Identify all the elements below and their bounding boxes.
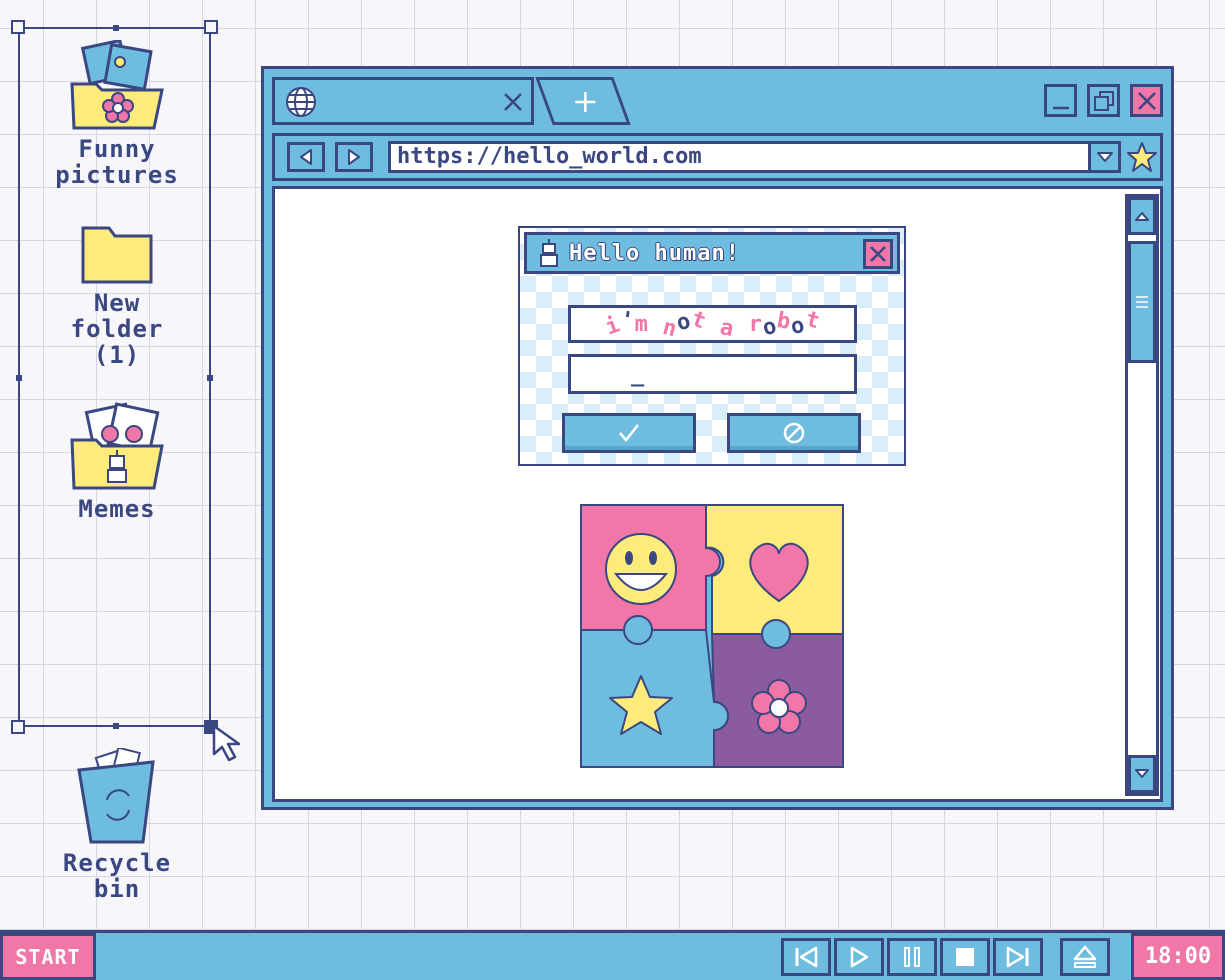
prohibited-icon (783, 422, 805, 444)
forward-button[interactable] (335, 142, 373, 172)
minimize-icon (1052, 106, 1069, 109)
captcha-letter (732, 309, 749, 336)
checkmark-icon (619, 424, 639, 442)
stop-icon (956, 948, 974, 966)
minimize-button[interactable] (1044, 84, 1077, 117)
scroll-up-button[interactable] (1128, 197, 1156, 235)
skip-back-button[interactable] (781, 938, 831, 976)
captcha-dialog: Hello human! i ' m not a robot (518, 226, 906, 466)
photo-folder-icon (70, 38, 164, 130)
url-dropdown-button[interactable] (1088, 144, 1118, 170)
vertical-scrollbar[interactable] (1125, 194, 1159, 796)
close-tab-icon[interactable] (503, 92, 523, 112)
recycle-bin-icon (77, 746, 155, 844)
desktop-icon-memes[interactable]: Memes (17, 400, 217, 522)
play-button[interactable] (834, 938, 884, 976)
taskbar: START 18:00 (0, 930, 1225, 980)
close-icon (870, 246, 886, 262)
url-text: https://hello_world.com (397, 144, 702, 169)
selection-handle-top-left[interactable] (11, 20, 25, 34)
new-tab-button[interactable] (535, 77, 631, 125)
selection-handle-left[interactable] (16, 375, 22, 381)
robot-icon (540, 239, 558, 267)
skip-forward-icon (1006, 946, 1029, 968)
restore-button[interactable] (1087, 84, 1120, 117)
globe-icon (286, 87, 316, 117)
selection-handle-bottom-left[interactable] (11, 720, 25, 734)
captcha-letter: r (748, 311, 762, 337)
play-icon (850, 946, 869, 968)
forward-icon (348, 149, 360, 165)
desktop-icon-new-folder[interactable]: New folder (1) (17, 222, 217, 368)
stop-button[interactable] (940, 938, 990, 976)
grip-icon (1136, 296, 1148, 308)
scroll-down-button[interactable] (1128, 755, 1156, 793)
chevron-down-icon (1135, 769, 1149, 778)
memes-folder-icon (70, 402, 164, 490)
captcha-letter (706, 312, 719, 337)
dialog-titlebar[interactable]: Hello human! (524, 232, 900, 274)
cancel-button[interactable] (727, 413, 861, 453)
selection-handle-top-right[interactable] (204, 20, 218, 34)
dialog-close-button[interactable] (863, 239, 893, 269)
start-button[interactable]: START (0, 933, 96, 980)
browser-window: https://hello_world.com Hello human! i '… (261, 66, 1174, 810)
captcha-letter: ' (618, 306, 636, 334)
captcha-input[interactable] (568, 354, 857, 394)
captcha-letter: t (802, 306, 822, 334)
dialog-title: Hello human! (569, 241, 740, 266)
clock: 18:00 (1131, 933, 1225, 980)
puzzle-image (580, 504, 844, 768)
browser-tab-active[interactable] (272, 77, 534, 125)
url-bar[interactable]: https://hello_world.com (388, 141, 1121, 173)
smiley-icon (605, 533, 677, 605)
captcha-letter: m (634, 311, 648, 337)
skip-forward-button[interactable] (993, 938, 1043, 976)
close-icon (1137, 91, 1156, 110)
back-icon (300, 149, 312, 165)
captcha-text-box: i ' m not a robot (568, 305, 857, 343)
mouse-cursor-icon (212, 724, 241, 762)
confirm-button[interactable] (562, 413, 696, 453)
chevron-down-icon (1096, 152, 1113, 162)
skip-back-icon (795, 946, 818, 968)
pause-button[interactable] (887, 938, 937, 976)
desktop-icon-label: Memes (78, 495, 156, 523)
back-button[interactable] (287, 142, 325, 172)
folder-icon (81, 226, 153, 284)
plus-icon (575, 92, 596, 112)
desktop-icon-funny-pictures[interactable]: Funny pictures (17, 38, 217, 189)
chevron-up-icon (1135, 212, 1149, 221)
selection-handle-bottom[interactable] (113, 723, 119, 729)
desktop-icon-label: New folder (1) (70, 289, 164, 369)
eject-button[interactable] (1060, 938, 1110, 976)
eject-icon (1073, 945, 1097, 968)
browser-viewport: Hello human! i ' m not a robot (272, 186, 1163, 802)
star-icon[interactable] (1126, 141, 1158, 173)
desktop-icon-recycle-bin[interactable]: Recycle bin (17, 746, 217, 903)
scroll-thumb[interactable] (1128, 241, 1156, 363)
selection-handle-right[interactable] (207, 375, 213, 381)
selection-handle-top[interactable] (113, 25, 119, 31)
close-window-button[interactable] (1130, 84, 1163, 117)
pause-icon (904, 947, 920, 967)
restore-icon (1093, 90, 1114, 111)
desktop-icon-label: Funny pictures (55, 135, 179, 189)
browser-toolbar: https://hello_world.com (272, 133, 1163, 181)
desktop-icon-label: Recycle bin (62, 849, 172, 903)
